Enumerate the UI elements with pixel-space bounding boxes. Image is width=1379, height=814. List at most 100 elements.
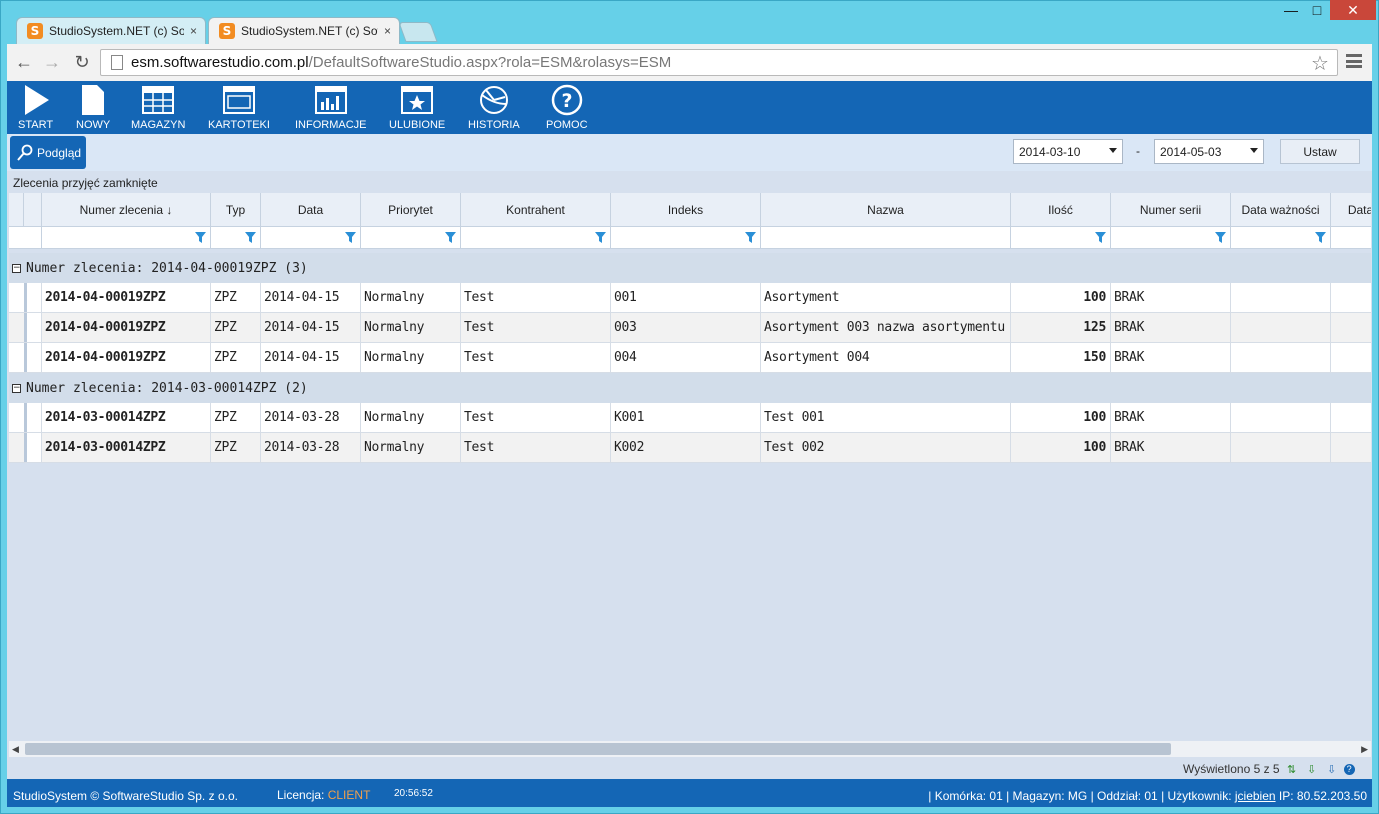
table-cell (1331, 403, 1371, 432)
filter-funnel-icon[interactable] (1095, 232, 1106, 243)
date-from-select[interactable]: 2014-03-10 (1013, 139, 1123, 164)
table-row[interactable]: 2014-04-00019ZPZ ZPZ 2014-04-15 Normalny Tes… (9, 343, 1371, 373)
filter-funnel-icon[interactable] (595, 232, 606, 243)
tab-close-icon[interactable]: × (384, 24, 391, 38)
minimize-icon[interactable]: — (1278, 0, 1304, 20)
table-cell: Test (461, 283, 611, 312)
set-button[interactable]: Ustaw (1280, 139, 1360, 164)
filter-cell[interactable] (461, 227, 611, 248)
collapse-toggle-icon[interactable]: − (12, 263, 21, 273)
table-cell: 150 (1011, 343, 1111, 372)
horizontal-scrollbar[interactable]: ◀ ▶ (9, 741, 1371, 757)
filter-cell[interactable] (361, 227, 461, 248)
row-selector[interactable] (24, 283, 42, 312)
filter-row (9, 227, 1371, 249)
table-cell: Test 002 (761, 433, 1011, 462)
group-row[interactable]: − Numer zlecenia: 2014-04-00019ZPZ (3) (9, 253, 1371, 283)
new-tab-button[interactable] (398, 22, 438, 42)
filter-cell[interactable] (261, 227, 361, 248)
filter-funnel-icon[interactable] (445, 232, 456, 243)
table-cell: ZPZ (211, 403, 261, 432)
toolbar-warehouse-button[interactable]: MAGAZYN (131, 84, 185, 131)
table-row[interactable]: 2014-04-00019ZPZ ZPZ 2014-04-15 Normalny Tes… (9, 313, 1371, 343)
refresh-icon[interactable]: ⇅ (1284, 762, 1300, 776)
browser-tab-1[interactable]: S StudioSystem.NET (c) Soft × (16, 17, 206, 44)
save-layout-icon[interactable]: ⇩ (1324, 762, 1340, 776)
reload-icon[interactable]: ↻ (70, 50, 94, 74)
filter-funnel-icon[interactable] (195, 232, 206, 243)
column-header[interactable]: Indeks (611, 193, 761, 227)
table-cell: Normalny (361, 403, 461, 432)
table-cell: Normalny (361, 343, 461, 372)
column-header[interactable]: Kontrahent (461, 193, 611, 227)
filter-cell[interactable] (1111, 227, 1231, 248)
toolbar-favorites-button[interactable]: ULUBIONE (389, 84, 445, 131)
row-selector[interactable] (24, 313, 42, 342)
table-row[interactable]: 2014-03-00014ZPZ ZPZ 2014-03-28 Normalny Tes… (9, 403, 1371, 433)
filter-cell[interactable] (761, 227, 1011, 248)
table-cell: BRAK (1111, 313, 1231, 342)
table-cell: Normalny (361, 313, 461, 342)
forward-arrow-icon[interactable]: → (40, 50, 64, 74)
browser-menu-icon[interactable] (1346, 52, 1362, 70)
column-header[interactable]: Data (1331, 193, 1371, 227)
page-icon (111, 55, 123, 70)
preview-button[interactable]: Podgląd (10, 136, 86, 169)
filter-cell[interactable] (611, 227, 761, 248)
filter-funnel-icon[interactable] (1215, 232, 1226, 243)
scroll-right-icon[interactable]: ▶ (1361, 744, 1368, 755)
table-cell: 2014-03-00014ZPZ (42, 433, 211, 462)
column-header[interactable]: Typ (211, 193, 261, 227)
export-icon[interactable]: ⇩ (1304, 762, 1320, 776)
column-header[interactable]: Data (261, 193, 361, 227)
filter-cell[interactable] (42, 227, 211, 248)
filter-funnel-icon[interactable] (245, 232, 256, 243)
toolbar-records-button[interactable]: KARTOTEKI (208, 84, 270, 131)
row-selector[interactable] (24, 403, 42, 432)
column-header[interactable]: Numer zlecenia ↓ (42, 193, 211, 227)
date-to-select[interactable]: 2014-05-03 (1154, 139, 1264, 164)
group-row[interactable]: − Numer zlecenia: 2014-03-00014ZPZ (2) (9, 373, 1371, 403)
studiosystem-favicon-icon: S (27, 23, 43, 39)
table-cell: 2014-03-28 (261, 403, 361, 432)
close-window-icon[interactable]: ✕ (1330, 0, 1376, 20)
user-link[interactable]: jciebien (1235, 789, 1276, 803)
back-arrow-icon[interactable]: ← (12, 50, 36, 74)
bookmark-star-icon[interactable]: ☆ (1311, 51, 1329, 76)
filter-funnel-icon[interactable] (745, 232, 756, 243)
table-row[interactable]: 2014-03-00014ZPZ ZPZ 2014-03-28 Normalny Tes… (9, 433, 1371, 463)
filter-cell[interactable] (1231, 227, 1331, 248)
filter-cell[interactable] (1331, 227, 1371, 248)
column-header[interactable]: Numer serii (1111, 193, 1231, 227)
toolbar-start-button[interactable]: START (18, 84, 53, 131)
toolbar-new-button[interactable]: NOWY (76, 84, 110, 131)
maximize-icon[interactable]: □ (1304, 0, 1330, 20)
collapse-toggle-icon[interactable]: − (12, 383, 21, 393)
toolbar-history-button[interactable]: HISTORIA (468, 84, 520, 131)
row-selector[interactable] (24, 343, 42, 372)
toolbar-help-button[interactable]: ? POMOC (546, 84, 588, 131)
studiosystem-favicon-icon: S (219, 23, 235, 39)
toolbar-information-button[interactable]: INFORMACJE (295, 84, 367, 131)
help-icon[interactable]: ? (1343, 763, 1355, 775)
column-header[interactable]: Data ważności (1231, 193, 1331, 227)
browser-tab-2-active[interactable]: S StudioSystem.NET (c) Soft × (208, 17, 400, 44)
table-cell: BRAK (1111, 283, 1231, 312)
address-bar[interactable]: esm.softwarestudio.com.pl/DefaultSoftwar… (100, 49, 1338, 76)
row-selector[interactable] (24, 433, 42, 462)
table-cell (1231, 343, 1331, 372)
scroll-left-icon[interactable]: ◀ (12, 744, 19, 755)
scrollbar-thumb[interactable] (25, 743, 1171, 755)
table-row[interactable]: 2014-04-00019ZPZ ZPZ 2014-04-15 Normalny Tes… (9, 283, 1371, 313)
column-header[interactable]: Nazwa (761, 193, 1011, 227)
tab-close-icon[interactable]: × (190, 24, 197, 38)
column-header[interactable]: Priorytet (361, 193, 461, 227)
filter-cell[interactable] (1011, 227, 1111, 248)
filter-funnel-icon[interactable] (345, 232, 356, 243)
filter-cell[interactable] (211, 227, 261, 248)
copyright-text: StudioSystem © SoftwareStudio Sp. z o.o. (13, 789, 238, 803)
column-header[interactable]: Ilość (1011, 193, 1111, 227)
grid-caption: Zlecenia przyjęć zamknięte (13, 176, 158, 190)
table-cell: Test (461, 343, 611, 372)
filter-funnel-icon[interactable] (1315, 232, 1326, 243)
